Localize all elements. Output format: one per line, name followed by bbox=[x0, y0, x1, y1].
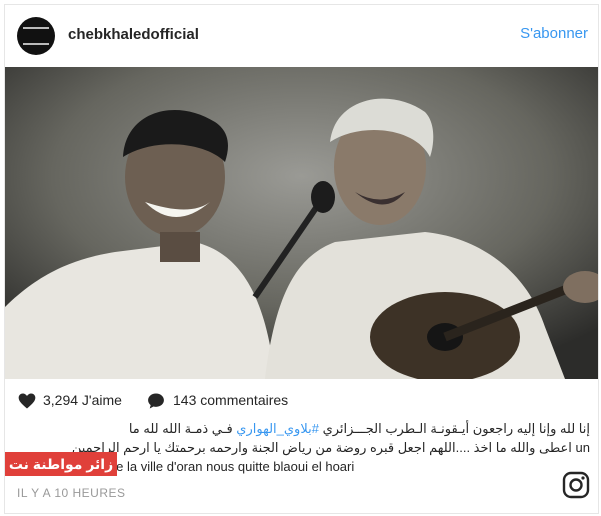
post-header: chebkhaledofficial S'abonner bbox=[5, 5, 598, 67]
caption-french-un: un bbox=[575, 440, 590, 455]
caption-arabic-text: إنا لله وإنا إليه راجعون أيـقونـة الـطرب… bbox=[322, 421, 590, 436]
comment-bubble-icon[interactable] bbox=[146, 391, 166, 411]
post-actions: 3,294 J'aime 143 commentaires bbox=[5, 383, 598, 417]
caption-arabic-text-2: اعطى والله ما اخذ ....اللهم اجعل قبره رو… bbox=[71, 440, 572, 455]
photo-illustration bbox=[5, 67, 598, 379]
instagram-post-card: chebkhaledofficial S'abonner 3,294 J'aim… bbox=[4, 4, 599, 514]
instagram-icon[interactable] bbox=[562, 471, 590, 499]
post-timestamp[interactable]: IL Y A 10 HEURES bbox=[17, 486, 126, 500]
site-watermark: زائر مواطنة نت bbox=[5, 452, 117, 476]
follow-button[interactable]: S'abonner bbox=[520, 25, 588, 42]
caption-arabic-text-end: فـي ذمـة الله لله ما bbox=[128, 421, 233, 436]
avatar[interactable] bbox=[17, 17, 55, 55]
username[interactable]: chebkhaledofficial bbox=[68, 26, 199, 43]
hashtag-link[interactable]: #بلاوي_الهواري bbox=[236, 421, 319, 436]
profile-logo-icon bbox=[23, 27, 49, 45]
likes-count[interactable]: 3,294 J'aime bbox=[43, 392, 122, 408]
heart-icon[interactable] bbox=[17, 391, 37, 411]
post-photo[interactable] bbox=[5, 67, 598, 379]
comments-count[interactable]: 143 commentaires bbox=[173, 392, 288, 408]
caption-arabic-line-1: إنا لله وإنا إليه راجعون أيـقونـة الـطرب… bbox=[15, 419, 590, 438]
